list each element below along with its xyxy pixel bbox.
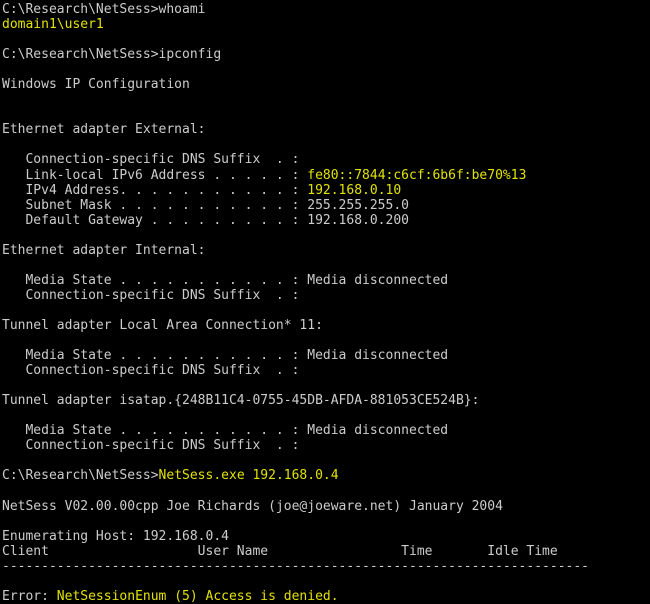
terminal-line-enumerating-host: Enumerating Host: 192.168.0.4 (2, 529, 650, 544)
terminal-segment-out-whoami-0: domain1\user1 (2, 17, 104, 33)
terminal-line-ext-dns-suffix: Connection-specific DNS Suffix . : (2, 152, 650, 167)
terminal-line-blank-9 (2, 333, 650, 348)
terminal-line-hdr-winipconfig: Windows IP Configuration (2, 77, 650, 92)
terminal-segment-lac-dns-suffix-0: Connection-specific DNS Suffix . : (2, 363, 308, 379)
terminal-line-cmd-ipconfig: C:\Research\NetSess>ipconfig (2, 47, 650, 62)
terminal-line-table-header: Client User Name Time Idle Time (2, 544, 650, 559)
terminal-segment-ext-ipv4-0: IPv4 Address. . . . . . . . . . . : (2, 182, 308, 198)
terminal-segment-adapter-tunnel-lac-0: Tunnel adapter Local Area Connection* 11… (2, 317, 323, 333)
terminal-segment-error-line-1: NetSessionEnum (5) Access is denied. (56, 588, 339, 604)
terminal-line-cmd-whoami: C:\Research\NetSess>whoami (2, 2, 650, 17)
terminal-line-isatap-dns-suffix: Connection-specific DNS Suffix . : (2, 438, 650, 453)
terminal-segment-adapter-isatap-0: Tunnel adapter isatap.{248B11C4-0755-45D… (2, 393, 480, 409)
terminal-segment-int-dns-suffix-0: Connection-specific DNS Suffix . : (2, 287, 308, 303)
terminal-segment-int-media-state-0: Media State . . . . . . . . . . . : Medi… (2, 272, 449, 288)
terminal-segment-table-separator-0: ----------------------------------------… (2, 558, 589, 574)
terminal-console[interactable]: C:\Research\NetSess>whoami domain1\user1 … (0, 0, 650, 604)
terminal-segment-adapter-internal-0: Ethernet adapter Internal: (2, 242, 206, 258)
terminal-line-blank-6 (2, 228, 650, 243)
terminal-segment-lac-media-state-0: Media State . . . . . . . . . . . : Medi… (2, 348, 449, 364)
terminal-segment-ext-subnet-0: Subnet Mask . . . . . . . . . . . : 255.… (2, 197, 409, 213)
terminal-line-blank-15 (2, 574, 650, 589)
terminal-line-lac-media-state: Media State . . . . . . . . . . . : Medi… (2, 348, 650, 363)
terminal-line-adapter-internal: Ethernet adapter Internal: (2, 243, 650, 258)
terminal-line-blank-14 (2, 514, 650, 529)
terminal-segment-enumerating-host-0: Enumerating Host: 192.168.0.4 (2, 528, 229, 544)
terminal-segment-netsess-banner-0: NetSess V02.00.00cpp Joe Richards (joe@j… (2, 498, 503, 514)
terminal-segment-adapter-external-0: Ethernet adapter External: (2, 122, 206, 138)
terminal-segment-error-line-0: Error: (2, 588, 57, 604)
terminal-line-ext-gateway: Default Gateway . . . . . . . . . : 192.… (2, 213, 650, 228)
terminal-line-blank-8 (2, 303, 650, 318)
terminal-line-blank-13 (2, 484, 650, 499)
terminal-line-ext-subnet: Subnet Mask . . . . . . . . . . . : 255.… (2, 198, 650, 213)
terminal-segment-table-header-0: Client User Name Time Idle Time (2, 543, 558, 559)
terminal-segment-ext-ipv6-1: fe80::7844:c6cf:6b6f:be70%13 (307, 167, 527, 183)
terminal-line-ext-ipv6: Link-local IPv6 Address . . . . . : fe80… (2, 168, 650, 183)
terminal-line-blank-4 (2, 107, 650, 122)
terminal-line-adapter-isatap: Tunnel adapter isatap.{248B11C4-0755-45D… (2, 393, 650, 408)
terminal-segment-cmd-netsess-0: C:\Research\NetSess> (2, 468, 159, 484)
terminal-line-int-media-state: Media State . . . . . . . . . . . : Medi… (2, 273, 650, 288)
terminal-line-blank-1 (2, 32, 650, 47)
terminal-line-isatap-media-state: Media State . . . . . . . . . . . : Medi… (2, 423, 650, 438)
terminal-line-cmd-netsess: C:\Research\NetSess>NetSess.exe 192.168.… (2, 468, 650, 483)
terminal-segment-cmd-ipconfig-0: C:\Research\NetSess>ipconfig (2, 47, 222, 63)
terminal-line-blank-11 (2, 408, 650, 423)
terminal-line-blank-7 (2, 258, 650, 273)
terminal-line-netsess-banner: NetSess V02.00.00cpp Joe Richards (joe@j… (2, 499, 650, 514)
terminal-line-ext-ipv4: IPv4 Address. . . . . . . . . . . : 192.… (2, 183, 650, 198)
terminal-line-table-separator: ----------------------------------------… (2, 559, 650, 574)
terminal-line-blank-5 (2, 137, 650, 152)
terminal-line-blank-12 (2, 453, 650, 468)
terminal-segment-isatap-media-state-0: Media State . . . . . . . . . . . : Medi… (2, 423, 449, 439)
terminal-line-int-dns-suffix: Connection-specific DNS Suffix . : (2, 288, 650, 303)
terminal-line-out-whoami: domain1\user1 (2, 17, 650, 32)
terminal-segment-ext-dns-suffix-0: Connection-specific DNS Suffix . : (2, 152, 308, 168)
terminal-line-error-line: Error: NetSessionEnum (5) Access is deni… (2, 589, 650, 604)
terminal-segment-cmd-netsess-1: NetSess.exe 192.168.0.4 (158, 468, 339, 484)
terminal-segment-isatap-dns-suffix-0: Connection-specific DNS Suffix . : (2, 438, 308, 454)
terminal-line-blank-3 (2, 92, 650, 107)
terminal-segment-ext-ipv6-0: Link-local IPv6 Address . . . . . : (2, 167, 308, 183)
terminal-line-adapter-tunnel-lac: Tunnel adapter Local Area Connection* 11… (2, 318, 650, 333)
terminal-segment-ext-ipv4-1: 192.168.0.10 (307, 182, 402, 198)
terminal-line-blank-10 (2, 378, 650, 393)
terminal-line-lac-dns-suffix: Connection-specific DNS Suffix . : (2, 363, 650, 378)
terminal-segment-hdr-winipconfig-0: Windows IP Configuration (2, 77, 190, 93)
terminal-line-adapter-external: Ethernet adapter External: (2, 122, 650, 137)
terminal-segment-ext-gateway-0: Default Gateway . . . . . . . . . : 192.… (2, 212, 409, 228)
terminal-line-blank-2 (2, 62, 650, 77)
terminal-segment-cmd-whoami-0: C:\Research\NetSess>whoami (2, 2, 206, 17)
